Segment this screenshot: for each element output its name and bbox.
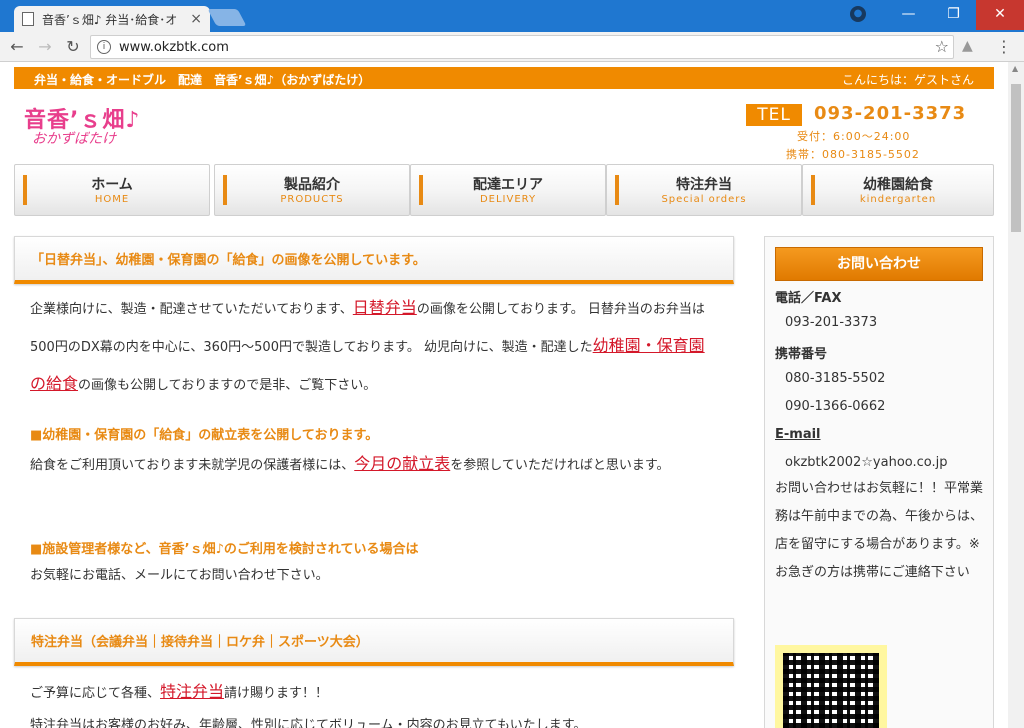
nav-label: 特注弁当 [676,177,732,193]
tab-title: 音香’ｓ畑♪ 弁当･給食･オ [42,12,178,27]
nav-special-orders[interactable]: 特注弁当 Special orders [606,164,802,216]
section-heading: 特注弁当（会議弁当｜接待弁当｜ロケ弁｜スポーツ大会） [14,618,734,666]
text: ご予算に応じて各種、 [30,686,161,701]
mobile-label: 携帯番号 [775,347,828,362]
scrollbar-thumb[interactable] [1011,84,1021,232]
contact-sidebar: お問い合わせ 電話／FAX 093-201-3373 携帯番号 080-3185… [764,236,994,728]
reload-icon[interactable]: ↻ [62,36,84,58]
text: を参照していただければと思います。 [450,458,670,473]
nav-label: ホーム [91,177,133,193]
site-tagline: 弁当・給食・オードブル 配達 音香’ｓ畑♪（おかずばたけ） [34,73,371,87]
contact-button[interactable]: お問い合わせ [775,247,983,281]
greeting: こんにちは：ゲストさん [841,73,974,87]
text: 特注弁当はお客様のお好み、年齢層、性別に応じてボリューム・内容のお見立てもいたし… [30,718,587,728]
browser-menu-icon[interactable]: ⋮ [996,37,1012,56]
nav-home[interactable]: ホーム HOME [14,164,210,216]
facilities-paragraph: お気軽にお電話、メールにてお問い合わせ下さい。 [30,568,329,583]
nav-products[interactable]: 製品紹介 PRODUCTS [214,164,410,216]
tel-number: 093-201-3373 [814,103,967,124]
close-tab-icon[interactable]: × [190,11,202,27]
text: 給食をご利用頂いております未就学児の保護者様には、 [30,458,355,473]
nav-kindergarten[interactable]: 幼稚園給食 kindergarten [802,164,994,216]
browser-tab[interactable]: 音香’ｓ畑♪ 弁当･給食･オ × [14,6,210,32]
tel-fax-value: 093-201-3373 [785,315,878,330]
section-heading: 「日替弁当」、幼稚園・保育園の「給食」の画像を公開しています。 [14,236,734,284]
new-tab-button[interactable] [207,9,247,26]
drive-extension-icon[interactable]: ▲ [962,38,973,54]
special-bento-link[interactable]: 特注弁当 [160,682,224,701]
document-icon [22,12,34,26]
email-label[interactable]: E-mail [775,427,821,442]
daily-bento-link[interactable]: 日替弁当 [353,298,417,317]
url-text[interactable]: www.okzbtk.com [119,40,229,55]
section-heading-text: 特注弁当（会議弁当｜接待弁当｜ロケ弁｜スポーツ大会） [31,635,369,650]
nav-sublabel: Special orders [661,194,747,205]
tel-fax-label: 電話／FAX [775,291,842,306]
contact-note: お問い合わせはお気軽に！！平常業務は午前中までの為、午後からは、店を留守にする場… [775,481,984,580]
maximize-button[interactable]: ❐ [931,0,976,30]
text: 請け賜ります！！ [224,686,329,701]
mobile-value-1: 080-3185-5502 [785,371,886,386]
nav-sublabel: PRODUCTS [280,194,344,205]
subheading-facilities: ■施設管理者様など、音香’ｓ畑♪のご利用を検討されている場合は [30,542,419,557]
mobile-number: 携帯：080-3185-5502 [786,148,920,161]
nav-delivery[interactable]: 配達エリア DELIVERY [410,164,606,216]
nav-label: 幼稚園給食 [863,177,933,193]
menu-paragraph: 給食をご利用頂いております未就学児の保護者様には、今月の献立表を参照していただけ… [30,448,710,482]
tel-badge: TEL [746,104,802,126]
qr-code-image [783,653,879,728]
web-page: 弁当・給食・オードブル 配達 音香’ｓ畑♪（おかずばたけ） こんにちは：ゲストさ… [0,62,1008,728]
subheading-menu: ■幼稚園・保育園の「給食」の献立表を公開しております。 [30,428,379,443]
monthly-menu-link[interactable]: 今月の献立表 [354,454,450,473]
qr-code [775,645,887,728]
address-bar[interactable]: i www.okzbtk.com ☆ [90,35,954,59]
mobile-value-2: 090-1366-0662 [785,399,886,414]
text: の画像も公開しておりますので是非、ご覧下さい。 [78,378,377,393]
site-logo[interactable]: 音香’ｓ畑♪ おかずばたけ [24,102,142,150]
close-window-button[interactable]: ✕ [976,0,1024,30]
profile-icon[interactable]: ● [850,6,866,22]
text: 企業様向けに、製造・配達させていただいております、 [30,302,353,317]
nav-sublabel: HOME [94,194,130,205]
nav-label: 配達エリア [473,177,543,193]
page-scrollbar[interactable]: ▲ [1008,62,1024,728]
business-hours: 受付：6:00～24:00 [797,130,911,143]
intro-paragraph: 企業様向けに、製造・配達させていただいております、日替弁当の画像を公開しておりま… [30,290,710,404]
nav-label: 製品紹介 [284,177,340,193]
scroll-up-arrow-icon[interactable]: ▲ [1012,64,1018,73]
back-arrow-icon[interactable]: ← [6,36,28,58]
main-navigation: ホーム HOME 製品紹介 PRODUCTS 配達エリア DELIVERY 特注… [14,164,994,216]
minimize-button[interactable]: — [886,0,931,30]
bookmark-star-icon[interactable]: ☆ [935,37,949,56]
nav-sublabel: kindergarten [859,194,937,205]
special-order-paragraph: ご予算に応じて各種、特注弁当請け賜ります！！ 特注弁当はお客様のお好み、年齢層、… [30,676,710,728]
info-icon[interactable]: i [97,40,111,54]
email-value: okzbtk2002☆yahoo.co.jp [785,455,948,470]
browser-toolbar: ← → ↻ i www.okzbtk.com ☆ ▲ ⋮ [0,32,1024,62]
site-top-bar: 弁当・給食・オードブル 配達 音香’ｓ畑♪（おかずばたけ） こんにちは：ゲストさ… [14,67,994,89]
nav-sublabel: DELIVERY [479,194,537,205]
forward-arrow-icon[interactable]: → [34,36,56,58]
section-heading-text: 「日替弁当」、幼稚園・保育園の「給食」の画像を公開しています。 [31,253,426,268]
browser-titlebar: 音香’ｓ畑♪ 弁当･給食･オ × ● — ❐ ✕ [0,0,1024,32]
logo-subtitle: おかずばたけ [32,131,116,147]
